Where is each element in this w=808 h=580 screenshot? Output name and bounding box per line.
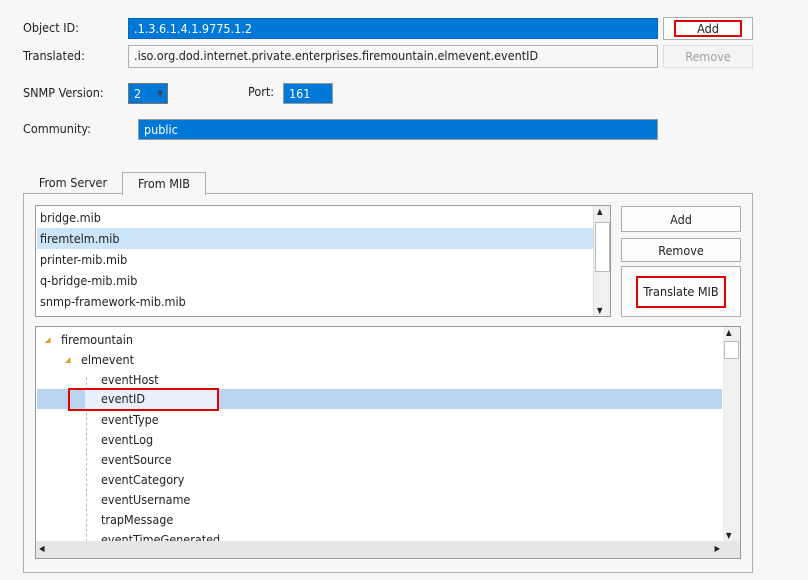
snmp-version-value: 2 (134, 86, 142, 101)
tree-leaf[interactable]: eventCategory (37, 470, 722, 490)
tree-leaf[interactable]: eventHost (37, 370, 722, 390)
mib-remove-button[interactable]: Remove (621, 238, 741, 262)
tree-vscrollbar[interactable]: ▲ ▼ (723, 327, 740, 541)
scroll-thumb[interactable] (724, 341, 739, 359)
scroll-up-icon[interactable]: ▲ (726, 328, 732, 337)
expanded-icon: ◢ (65, 355, 71, 364)
port-input[interactable]: 161 (283, 83, 333, 104)
tree-leaf[interactable]: eventType (37, 410, 722, 430)
add-oid-button[interactable]: Add (663, 17, 753, 40)
tab-from-server[interactable]: From Server (24, 172, 122, 193)
list-item[interactable]: bridge.mib (40, 207, 101, 228)
snmp-version-label: SNMP Version: (23, 85, 104, 100)
list-item[interactable]: q-bridge-mib.mib (40, 270, 137, 291)
translated-label: Translated: (23, 48, 85, 63)
translate-mib-button[interactable]: Translate MIB (621, 266, 741, 317)
mib-tree[interactable]: ◢ firemountain ◢ elmevent eventHost eventI… (35, 326, 741, 559)
port-label: Port: (248, 84, 275, 99)
scroll-up-icon[interactable]: ▲ (597, 207, 603, 216)
scroll-thumb[interactable] (595, 222, 610, 272)
highlight-box (68, 388, 219, 411)
scroll-left-icon[interactable]: ◀ (39, 544, 45, 553)
list-scrollbar[interactable]: ▲ ▼ (593, 206, 610, 316)
list-item[interactable]: snmp-framework-mib.mib (40, 291, 186, 312)
chevron-down-icon: ▼ (157, 89, 163, 98)
object-id-label: Object ID: (23, 20, 79, 35)
tree-leaf[interactable]: eventUsername (37, 490, 722, 510)
tree-node-root[interactable]: ◢ firemountain (37, 330, 722, 350)
tree-node-child[interactable]: ◢ elmevent (37, 350, 722, 370)
tree-leaf[interactable]: eventLog (37, 430, 722, 450)
scroll-right-icon[interactable]: ▶ (714, 544, 720, 553)
list-item[interactable]: printer-mib.mib (40, 249, 127, 270)
tree-hscrollbar[interactable]: ◀ ▶ (36, 541, 740, 558)
tab-from-mib[interactable]: From MIB (122, 172, 206, 195)
add-label: Add (674, 20, 742, 37)
community-label: Community: (23, 121, 91, 136)
expanded-icon: ◢ (45, 335, 51, 344)
list-item-selected[interactable]: firemtelm.mib (40, 228, 120, 249)
translated-field: .iso.org.dod.internet.private.enterprise… (128, 45, 658, 68)
tree-label: firemountain (61, 332, 133, 347)
mib-add-button[interactable]: Add (621, 206, 741, 232)
scroll-down-icon[interactable]: ▼ (597, 306, 603, 315)
remove-oid-button[interactable]: Remove (663, 45, 753, 68)
object-id-input[interactable]: .1.3.6.1.4.1.9775.1.2 (128, 18, 658, 39)
translate-mib-label: Translate MIB (636, 275, 726, 308)
tree-leaf[interactable]: eventSource (37, 450, 722, 470)
tree-leaf[interactable]: trapMessage (37, 510, 722, 530)
scroll-down-icon[interactable]: ▼ (726, 531, 732, 540)
tree-label: elmevent (81, 352, 135, 367)
mib-file-list[interactable]: bridge.mib firemtelm.mib printer-mib.mib… (35, 205, 611, 317)
snmp-version-select[interactable]: 2 ▼ (128, 83, 168, 104)
community-input[interactable]: public (138, 119, 658, 140)
